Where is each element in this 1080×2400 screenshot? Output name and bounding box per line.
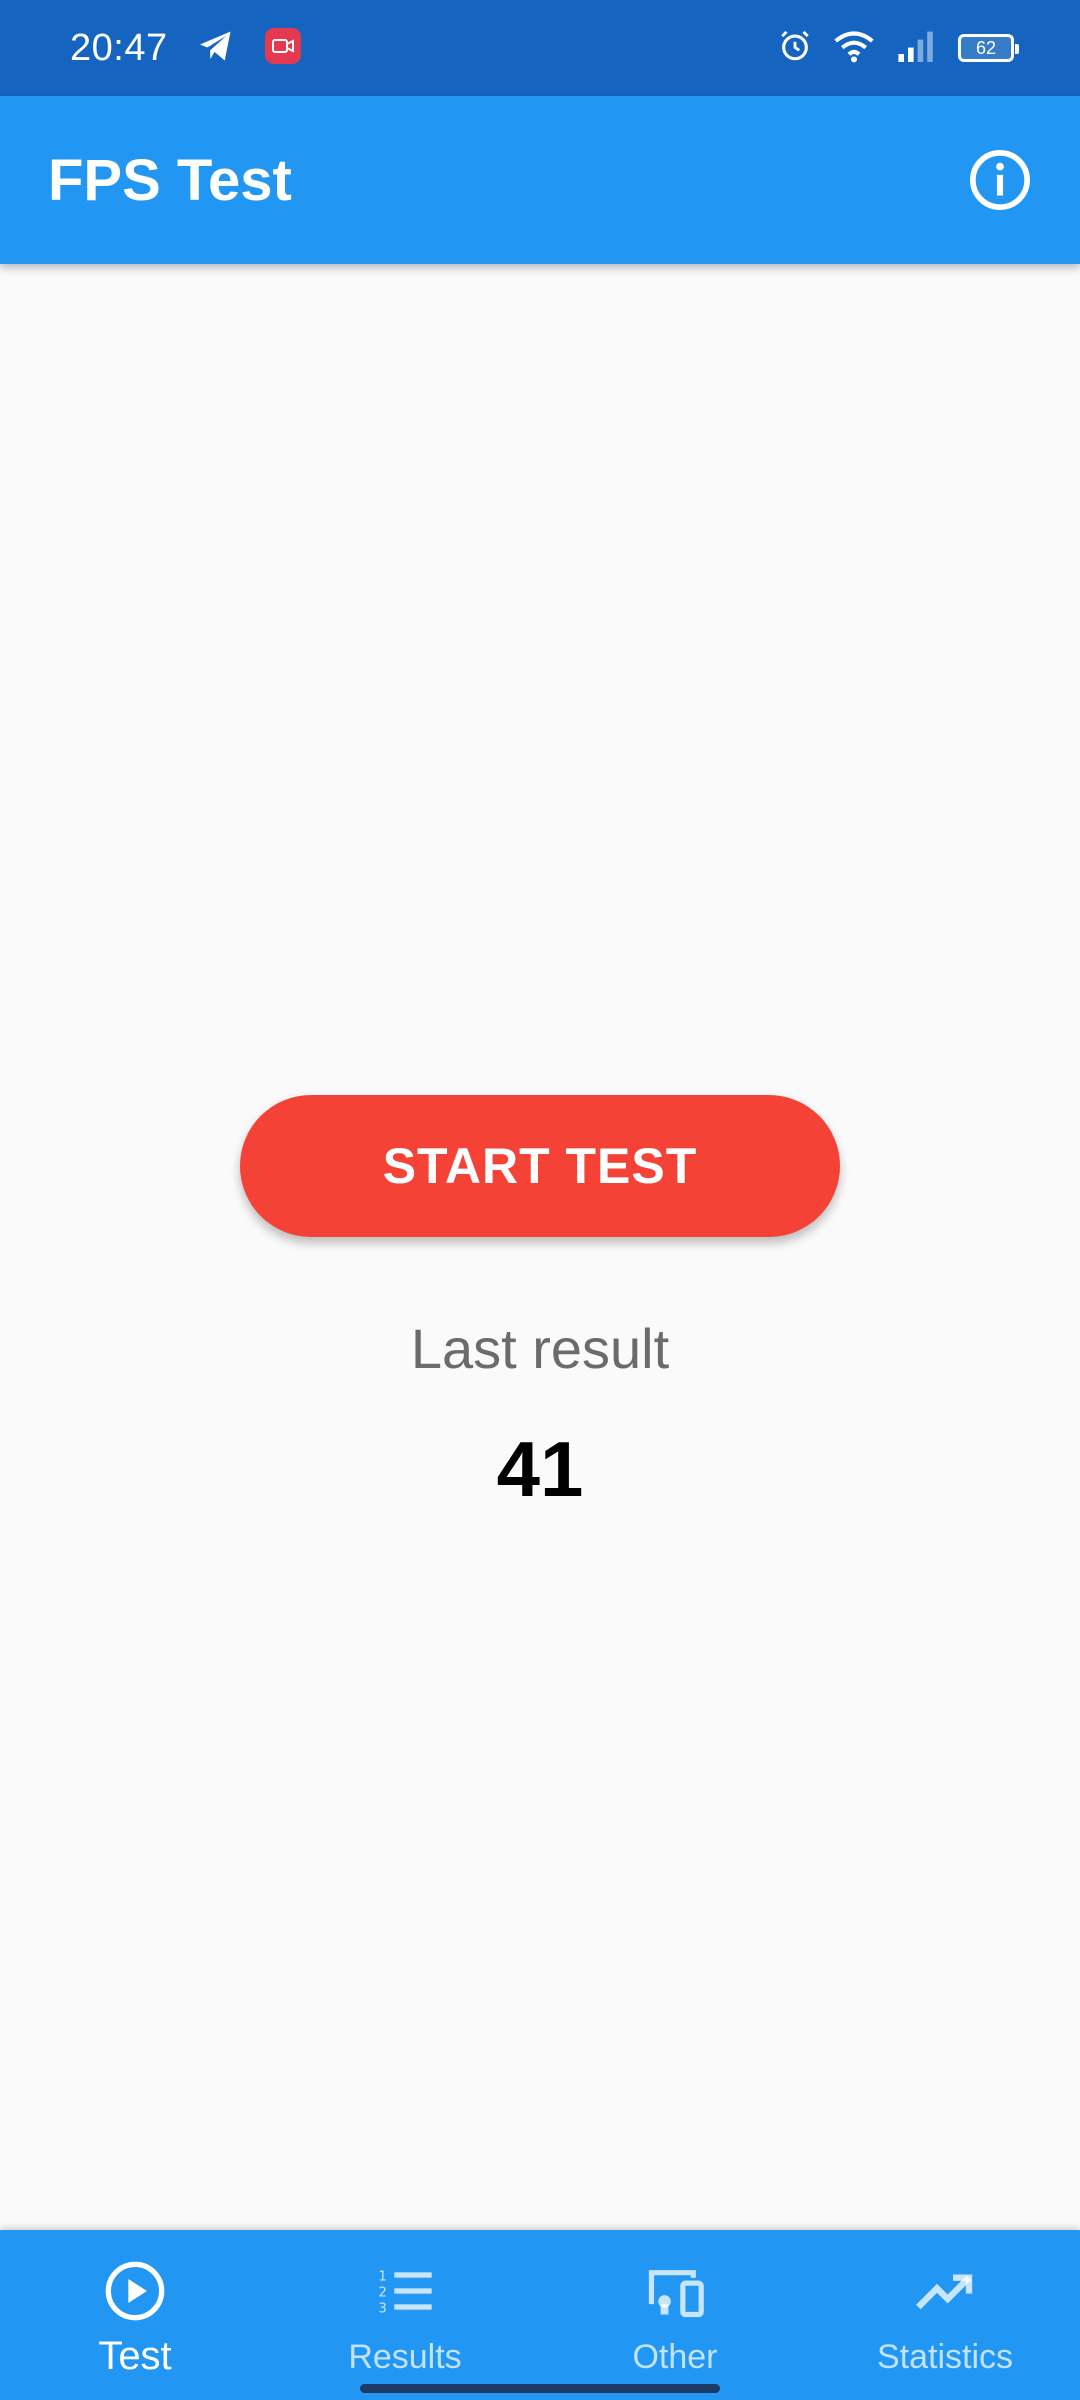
signal-icon xyxy=(896,30,936,67)
last-result-value: 41 xyxy=(496,1425,584,1513)
nav-label-statistics: Statistics xyxy=(876,2338,1014,2376)
bottom-nav: Test 123 Results Other Statistics xyxy=(0,2230,1080,2400)
play-circle-icon xyxy=(100,2256,170,2326)
status-time: 20:47 xyxy=(70,26,168,69)
nav-label-results: Results xyxy=(348,2338,462,2376)
home-indicator[interactable] xyxy=(360,2384,720,2393)
status-bar: 20:47 62 xyxy=(0,0,1080,96)
svg-text:1: 1 xyxy=(378,2269,386,2284)
start-test-button[interactable]: START TEST xyxy=(240,1095,840,1237)
trending-up-icon xyxy=(910,2256,980,2326)
alarm-icon xyxy=(778,29,812,68)
svg-text:2: 2 xyxy=(378,2285,386,2300)
screen-recorder-icon xyxy=(264,27,302,70)
status-right: 62 xyxy=(778,29,1019,68)
numbered-list-icon: 123 xyxy=(370,2256,440,2326)
telegram-icon xyxy=(198,30,234,67)
nav-item-statistics[interactable]: Statistics xyxy=(810,2230,1080,2400)
app-bar: FPS Test xyxy=(0,96,1080,264)
battery-icon: 62 xyxy=(958,34,1019,62)
nav-item-test[interactable]: Test xyxy=(0,2230,270,2400)
nav-item-results[interactable]: 123 Results xyxy=(270,2230,540,2400)
status-left: 20:47 xyxy=(70,27,302,70)
nav-label-test: Test xyxy=(98,2334,172,2378)
last-result-label: Last result xyxy=(410,1317,670,1380)
info-icon xyxy=(970,150,1030,210)
page-title: FPS Test xyxy=(48,147,292,213)
wifi-icon xyxy=(834,29,874,68)
svg-text:3: 3 xyxy=(378,2301,386,2316)
devices-icon xyxy=(640,2256,710,2326)
screen: 20:47 62 FPS Test START TEST Last result… xyxy=(0,0,1080,2400)
info-button[interactable] xyxy=(962,142,1038,218)
nav-item-other[interactable]: Other xyxy=(540,2230,810,2400)
nav-label-other: Other xyxy=(632,2338,718,2376)
